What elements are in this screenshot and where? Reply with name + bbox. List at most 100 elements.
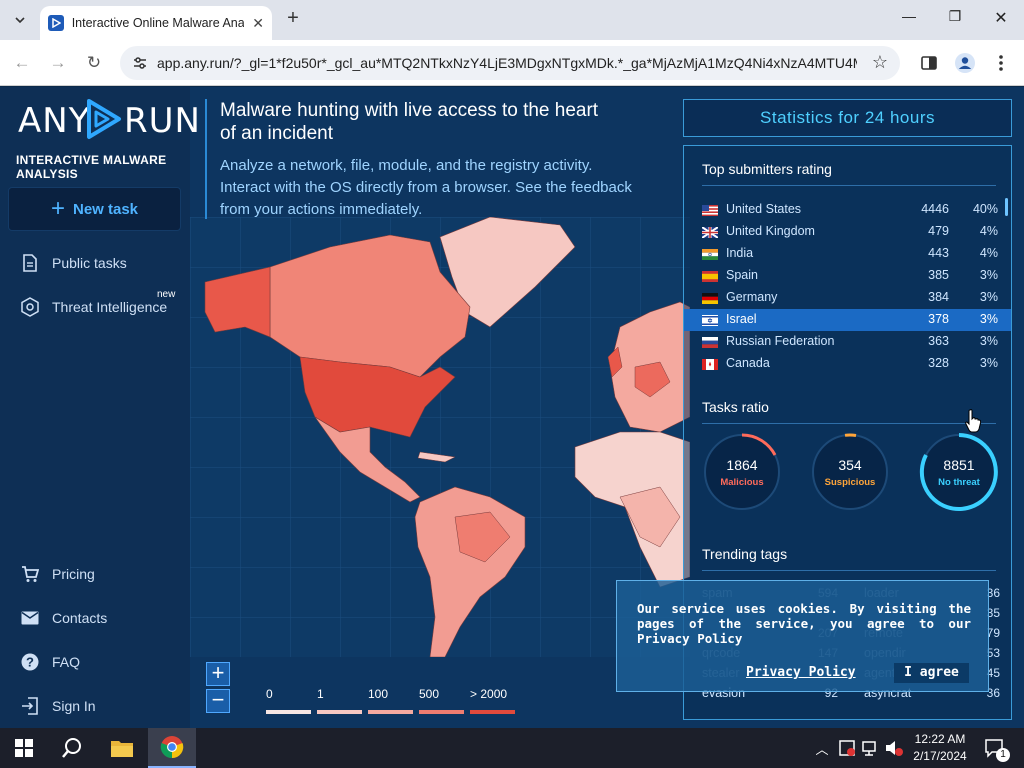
tasks-ratio-title: Tasks ratio <box>702 399 769 415</box>
reload-button[interactable]: ↻ <box>82 51 106 75</box>
help-icon: ? <box>20 652 40 672</box>
chevron-down-icon <box>15 17 25 24</box>
divider <box>702 423 996 424</box>
logo-text-run: RUN <box>124 101 201 141</box>
submitter-row[interactable]: Germany 384 3% <box>684 287 1011 309</box>
close-tab-icon[interactable]: ✕ <box>252 15 264 32</box>
hero-title: Malware hunting with live access to the … <box>220 100 599 144</box>
mail-icon <box>20 608 40 628</box>
folder-icon <box>111 741 133 757</box>
site-info-icon[interactable] <box>132 55 148 71</box>
omnibox[interactable]: app.any.run/?_gl=1*f2u50r*_gcl_au*MTQ2NT… <box>120 46 900 80</box>
map-zoom-out-button[interactable]: − <box>206 689 230 713</box>
submitter-row[interactable]: Canada 328 3% <box>684 353 1011 375</box>
cookie-text: Our service uses cookies. By visiting th… <box>637 601 971 646</box>
search-button[interactable] <box>48 728 96 768</box>
svg-text:?: ? <box>26 655 34 670</box>
browser-tab-strip: Interactive Online Malware Ana ✕ + — ❐ ✕ <box>0 0 1024 40</box>
new-badge: new <box>157 289 176 300</box>
sidebar-item-faq[interactable]: ? FAQ <box>20 650 80 674</box>
submission-count: 363 <box>928 334 949 348</box>
agree-button[interactable]: I agree <box>894 663 969 683</box>
new-task-button[interactable]: + New task <box>8 187 181 231</box>
submitter-row[interactable]: Spain 385 3% <box>684 265 1011 287</box>
minimize-button[interactable]: — <box>886 8 932 32</box>
flag-germany-icon <box>702 293 718 304</box>
clock-date: 2/17/2024 <box>913 749 967 763</box>
new-tab-button[interactable]: + <box>282 8 304 30</box>
ratio-label: Suspicious <box>824 477 876 488</box>
close-window-button[interactable]: ✕ <box>978 8 1024 32</box>
submission-percent: 3% <box>979 334 998 348</box>
flag-us-icon <box>702 205 718 216</box>
legend-swatch <box>470 710 515 714</box>
sidebar-item-label: Contacts <box>52 610 108 626</box>
ratio-suspicious[interactable]: 354 Suspicious <box>809 431 891 513</box>
ratio-malicious[interactable]: 1864 Malicious <box>701 431 783 513</box>
ratio-label: Malicious <box>720 477 764 488</box>
submission-percent: 3% <box>979 290 998 304</box>
restore-button[interactable]: ❐ <box>932 8 978 32</box>
submitter-row[interactable]: India 443 4% <box>684 243 1011 265</box>
sidebar-item-public-tasks[interactable]: Public tasks <box>20 251 127 275</box>
sidebar-item-label: FAQ <box>52 654 81 670</box>
flag-spain-icon <box>702 271 718 282</box>
divider <box>702 570 996 571</box>
network-icon[interactable] <box>862 739 880 757</box>
notification-count-badge: 1 <box>996 748 1010 762</box>
submission-percent: 3% <box>979 268 998 282</box>
legend-swatch <box>419 710 464 714</box>
submission-count: 328 <box>928 356 949 370</box>
sidebar-item-label: Pricing <box>52 566 95 582</box>
map-zoom-in-button[interactable]: + <box>206 662 230 686</box>
submitter-row[interactable]: United Kingdom 479 4% <box>684 221 1011 243</box>
document-icon <box>20 253 40 273</box>
submission-count: 378 <box>928 312 949 326</box>
sign-in-icon <box>20 696 40 716</box>
legend-label: > 2000 <box>470 687 508 701</box>
ratio-value: 354 <box>838 457 862 473</box>
ratio-no-threat[interactable]: 8851 No threat <box>918 431 1000 513</box>
security-icon[interactable] <box>838 739 856 757</box>
submitter-row-selected[interactable]: Israel 378 3% <box>684 309 1011 331</box>
clock-time: 12:22 AM <box>914 732 966 746</box>
submitter-row[interactable]: United States 4446 40% <box>684 199 1011 221</box>
volume-muted-icon[interactable] <box>884 739 904 757</box>
address-bar-row: ← → ↻ app.any.run/?_gl=1*f2u50r*_gcl_au*… <box>0 40 1024 86</box>
trending-tags-title: Trending tags <box>702 546 788 562</box>
cart-icon <box>20 564 40 584</box>
submitter-row[interactable]: Russian Federation 363 3% <box>684 331 1011 353</box>
submission-count: 479 <box>928 224 949 238</box>
sidebar-item-threat-intelligence[interactable]: Threat Intelligence <box>20 295 167 319</box>
privacy-policy-link[interactable]: Privacy Policy <box>746 665 856 680</box>
system-clock[interactable]: 12:22 AM 2/17/2024 <box>908 731 972 765</box>
hero-accent-line <box>205 99 207 219</box>
browser-tab[interactable]: Interactive Online Malware Ana ✕ <box>40 6 272 40</box>
logo-subtitle: INTERACTIVE MALWARE ANALYSIS <box>16 153 167 181</box>
anyrun-logo[interactable]: ANY RUN <box>18 97 200 141</box>
chrome-taskbar-button[interactable] <box>148 728 196 768</box>
notifications-button[interactable]: 1 <box>978 728 1010 768</box>
start-button[interactable] <box>0 728 48 768</box>
profile-avatar-icon[interactable] <box>954 52 976 74</box>
ratio-label: No threat <box>938 477 980 488</box>
submission-count: 385 <box>928 268 949 282</box>
back-button[interactable]: ← <box>10 51 34 75</box>
chevron-up-icon[interactable]: ︿ <box>810 728 834 768</box>
sidebar-item-pricing[interactable]: Pricing <box>20 562 95 586</box>
cookie-banner: Our service uses cookies. By visiting th… <box>616 580 989 692</box>
forward-button[interactable]: → <box>46 51 70 75</box>
sidebar-item-contacts[interactable]: Contacts <box>20 606 107 630</box>
legend-swatch <box>317 710 362 714</box>
chrome-icon <box>160 736 184 759</box>
tab-search-button[interactable] <box>8 8 32 32</box>
side-panel-icon[interactable] <box>918 52 940 74</box>
legend-label: 100 <box>368 687 389 701</box>
bookmark-star-icon[interactable]: ☆ <box>872 52 888 73</box>
file-explorer-button[interactable] <box>98 728 146 768</box>
menu-kebab-icon[interactable] <box>990 52 1012 74</box>
windows-taskbar: ︿ 12:22 AM 2/17/2024 1 <box>0 728 1024 768</box>
divider <box>702 185 996 186</box>
sidebar-item-sign-in[interactable]: Sign In <box>20 694 96 718</box>
country-name: United Kingdom <box>726 224 815 238</box>
